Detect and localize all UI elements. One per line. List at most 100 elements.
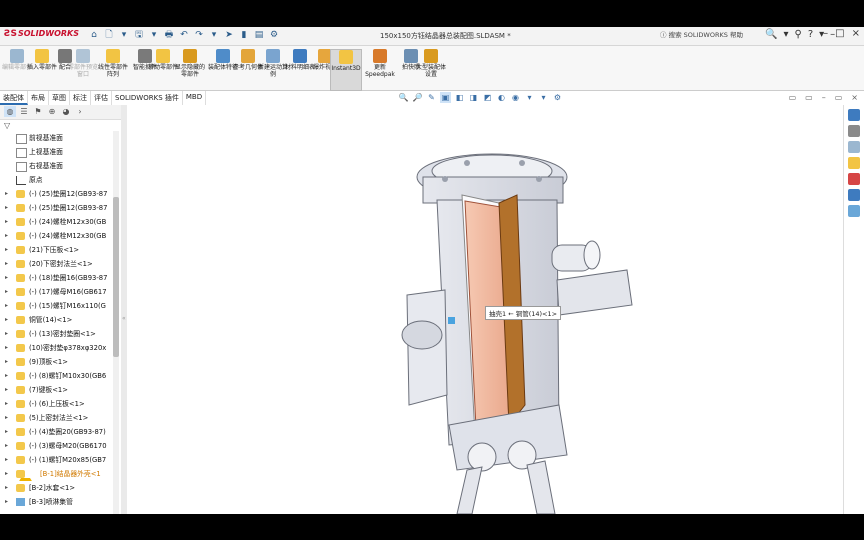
command-button-7[interactable]: 显示隐藏的零部件 <box>175 49 205 89</box>
tree-row[interactable]: ▸ (9)顶板<1> <box>0 355 112 369</box>
view-tool-icon-8[interactable]: ◉ <box>510 92 521 103</box>
task-pane-icon-0[interactable] <box>848 109 860 121</box>
viewport-control-0[interactable]: ▭ <box>789 93 797 102</box>
quick-access-icon-11[interactable]: ▤ <box>253 29 265 41</box>
tree-row[interactable]: 上视基准面 <box>0 145 112 159</box>
tree-row[interactable]: 前视基准面 <box>0 131 112 145</box>
view-tool-icon-3[interactable]: ▣ <box>440 92 451 103</box>
viewport-control-2[interactable]: – <box>822 93 826 102</box>
expand-icon[interactable]: ▸ <box>5 313 8 327</box>
minimize-button[interactable]: – <box>823 28 828 39</box>
quick-access-icon-1[interactable]: 🗋 <box>103 29 115 41</box>
expand-icon[interactable]: ▸ <box>5 187 8 201</box>
scroll-thumb[interactable] <box>113 197 119 357</box>
tree-row[interactable]: ▸ [B-1]结晶器外壳<1 <box>0 467 112 481</box>
tab-5[interactable]: SOLIDWORKS 插件 <box>112 91 183 105</box>
tab-2[interactable]: 草图 <box>49 91 70 105</box>
maximize-button[interactable]: □ <box>835 28 844 39</box>
tree-row[interactable]: ▸ [B-3]喷淋集管 <box>0 495 112 509</box>
expand-icon[interactable]: ▸ <box>5 285 8 299</box>
expand-icon[interactable]: ▸ <box>5 495 8 509</box>
expand-icon[interactable]: ▸ <box>5 201 8 215</box>
view-tool-icon-7[interactable]: ◐ <box>496 92 507 103</box>
quick-access-icon-7[interactable]: ↷ <box>193 29 205 41</box>
tree-row[interactable]: ▸ (-) (13)密封垫圈<1> <box>0 327 112 341</box>
tree-row[interactable]: ▸ (-) (25)垫圈12(GB93-87 <box>0 201 112 215</box>
tab-3[interactable]: 标注 <box>70 91 91 105</box>
quick-access-icon-8[interactable]: ▾ <box>208 29 220 41</box>
tree-row[interactable]: ▸ (-) (24)螺栓M12x30(GB <box>0 229 112 243</box>
command-button-3[interactable]: 零部件预览窗口 <box>68 49 98 89</box>
tree-scrollbar[interactable] <box>113 131 119 514</box>
expand-icon[interactable]: ▸ <box>5 383 8 397</box>
expand-icon[interactable]: ▸ <box>5 467 8 481</box>
view-tool-icon-5[interactable]: ◨ <box>468 92 479 103</box>
tree-row[interactable]: ▸ (-) (3)螺母M20(GB6170 <box>0 439 112 453</box>
tab-0[interactable]: 装配体 <box>0 91 28 105</box>
command-button-13[interactable]: Instant3D <box>330 49 362 91</box>
expand-icon[interactable]: ▸ <box>5 299 8 313</box>
view-tool-icon-10[interactable]: ▾ <box>538 92 549 103</box>
tree-row[interactable]: ▸ (-) (6)上压板<1> <box>0 397 112 411</box>
tree-row[interactable]: ▸ (5)上密封法兰<1> <box>0 411 112 425</box>
expand-icon[interactable]: ▸ <box>5 243 8 257</box>
quick-access-icon-3[interactable]: 🖫 <box>133 29 145 41</box>
task-pane-icon-4[interactable] <box>848 173 860 185</box>
view-tool-icon-11[interactable]: ⚙ <box>552 92 563 103</box>
expand-icon[interactable]: ▸ <box>5 271 8 285</box>
title-right-icon-3[interactable]: ? <box>808 29 813 40</box>
quick-access-icon-9[interactable]: ➤ <box>223 29 235 41</box>
tree-row[interactable]: ▸ (20)下密封法兰<1> <box>0 257 112 271</box>
panel-tab-icon-4[interactable]: ◕ <box>60 106 72 117</box>
expand-icon[interactable]: ▸ <box>5 425 8 439</box>
quick-access-icon-10[interactable]: ▮ <box>238 29 250 41</box>
tree-row[interactable]: 右视基准面 <box>0 159 112 173</box>
tree-row[interactable]: ▸ (-) (15)螺钉M16x110(G <box>0 299 112 313</box>
tree-row[interactable]: ▸ (-) (18)垫圈16(GB93-87 <box>0 271 112 285</box>
tree-row[interactable]: ▸ [B-2]水套<1> <box>0 481 112 495</box>
view-tool-icon-2[interactable]: ✎ <box>426 92 437 103</box>
view-tool-icon-1[interactable]: 🔎 <box>412 92 423 103</box>
quick-access-icon-12[interactable]: ⚙ <box>268 29 280 41</box>
viewport-control-4[interactable]: × <box>851 93 858 102</box>
task-pane-icon-2[interactable] <box>848 141 860 153</box>
tab-4[interactable]: 评估 <box>91 91 112 105</box>
expand-icon[interactable]: ▸ <box>5 215 8 229</box>
command-button-16[interactable]: 大型装配体设置 <box>416 49 446 89</box>
tree-row[interactable]: ▸ (7)键板<1> <box>0 383 112 397</box>
tree-row[interactable]: ▸ (-) (1)螺钉M20x85(GB7 <box>0 453 112 467</box>
panel-tab-icon-5[interactable]: › <box>74 106 86 117</box>
panel-tab-icon-2[interactable]: ⚑ <box>32 106 44 117</box>
view-tool-icon-6[interactable]: ◩ <box>482 92 493 103</box>
tree-row[interactable]: ▸ 铜管(14)<1> <box>0 313 112 327</box>
quick-access-icon-2[interactable]: ▾ <box>118 29 130 41</box>
tree-row[interactable]: ▸ (21)下压板<1> <box>0 243 112 257</box>
command-button-6[interactable]: 移动零部件 <box>148 49 178 89</box>
quick-access-icon-0[interactable]: ⌂ <box>88 29 100 41</box>
tree-row[interactable]: ▸ (-) (17)螺母M16(GB617 <box>0 285 112 299</box>
expand-icon[interactable]: ▸ <box>5 257 8 271</box>
task-pane-icon-6[interactable] <box>848 205 860 217</box>
expand-icon[interactable]: ▸ <box>5 327 8 341</box>
tree-row[interactable]: ▸ (-) (25)垫圈12(GB93-87 <box>0 187 112 201</box>
viewport-control-3[interactable]: ▭ <box>835 93 843 102</box>
graphics-area[interactable]: 抽壳1 ← 铜管(14)<1> <box>127 105 844 514</box>
quick-access-icon-6[interactable]: ↶ <box>178 29 190 41</box>
filter-icon[interactable]: ▽ <box>4 121 10 130</box>
title-right-icon-2[interactable]: ⚲ <box>794 29 801 40</box>
expand-icon[interactable]: ▸ <box>5 397 8 411</box>
help-search[interactable]: ⓘ 搜索 SOLIDWORKS 帮助 <box>660 29 743 39</box>
task-pane-icon-5[interactable] <box>848 189 860 201</box>
tree-row[interactable]: ▸ (-) (24)螺栓M12x30(GB <box>0 215 112 229</box>
title-right-icon-0[interactable]: 🔍 <box>765 29 777 40</box>
panel-tab-icon-3[interactable]: ⊕ <box>46 106 58 117</box>
command-button-4[interactable]: 线性零部件阵列 <box>98 49 128 89</box>
tree-row[interactable]: 原点 <box>0 173 112 187</box>
tree-row[interactable]: ▸ (-) (8)螺钉M10x30(GB6 <box>0 369 112 383</box>
expand-icon[interactable]: ▸ <box>5 453 8 467</box>
expand-icon[interactable]: ▸ <box>5 229 8 243</box>
view-tool-icon-0[interactable]: 🔍 <box>398 92 409 103</box>
view-tool-icon-9[interactable]: ▾ <box>524 92 535 103</box>
expand-icon[interactable]: ▸ <box>5 369 8 383</box>
tab-1[interactable]: 布局 <box>28 91 49 105</box>
